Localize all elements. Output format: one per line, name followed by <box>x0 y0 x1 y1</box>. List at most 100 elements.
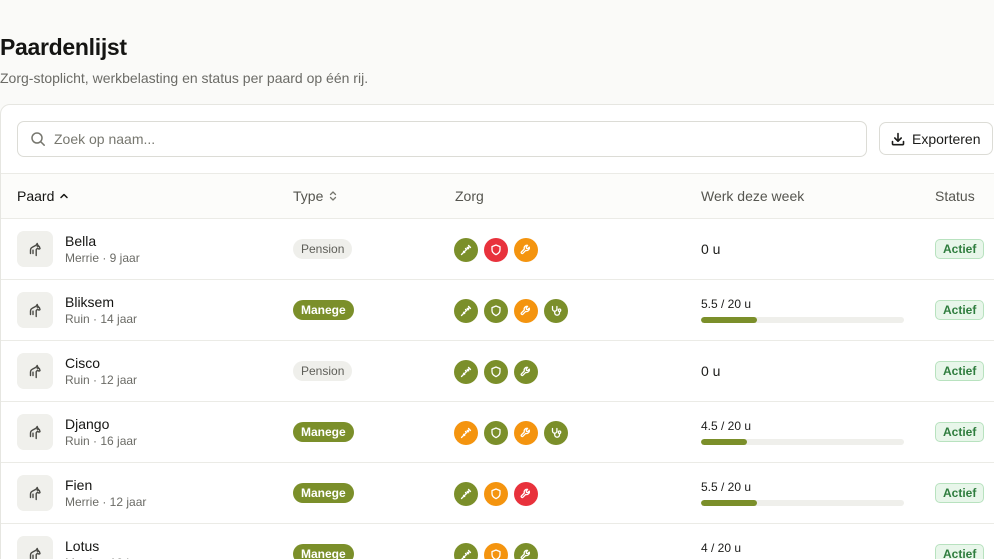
syringe-icon[interactable] <box>454 421 478 445</box>
status-badge: Actief <box>935 239 985 259</box>
shield-icon[interactable] <box>484 421 508 445</box>
care-indicators <box>454 421 568 445</box>
search-icon <box>30 131 46 147</box>
horse-avatar-icon <box>17 414 53 450</box>
work-cell: 4.5 / 20 u <box>701 402 905 462</box>
horse-avatar-icon <box>17 536 53 559</box>
horse-avatar-icon <box>17 353 53 389</box>
table-row[interactable]: Bliksem Ruin · 14 jaar Manege 5.5 / 20 u Act… <box>1 280 994 341</box>
shield-icon[interactable] <box>484 299 508 323</box>
column-header-zorg: Zorg <box>455 174 484 218</box>
table-body: Bella Merrie · 9 jaar Pension 0 u Actief Blik… <box>1 219 994 559</box>
type-badge: Manege <box>293 300 354 320</box>
column-header-label: Status <box>935 188 975 204</box>
sort-ascending-icon <box>58 190 70 202</box>
column-header-type[interactable]: Type <box>293 174 339 218</box>
wrench-icon[interactable] <box>514 482 538 506</box>
work-hours: 0 u <box>701 241 721 257</box>
search-box[interactable] <box>17 121 867 157</box>
stethoscope-icon[interactable] <box>544 299 568 323</box>
export-button-label: Exporteren <box>912 130 981 147</box>
work-hours: 0 u <box>701 363 721 379</box>
type-badge: Manege <box>293 483 354 503</box>
wrench-icon[interactable] <box>514 299 538 323</box>
column-header-label: Werk deze week <box>701 188 805 204</box>
type-badge: Manege <box>293 544 354 559</box>
horse-name[interactable]: Lotus <box>65 538 99 554</box>
column-header-werk: Werk deze week <box>701 174 804 218</box>
work-progress-fill <box>701 317 757 323</box>
syringe-icon[interactable] <box>454 299 478 323</box>
work-cell: 4 / 20 u <box>701 524 905 559</box>
status-badge: Actief <box>935 422 985 442</box>
work-hours: 4 / 20 u <box>701 541 742 555</box>
work-cell: 5.5 / 20 u <box>701 280 905 340</box>
column-header-label: Type <box>293 188 324 204</box>
page-subtitle: Zorg-stoplicht, werkbelasting en status … <box>0 70 369 86</box>
column-header-paard[interactable]: Paard <box>17 174 70 218</box>
status-badge: Actief <box>935 361 985 381</box>
care-indicators <box>454 360 538 384</box>
stethoscope-icon[interactable] <box>544 421 568 445</box>
page-title: Paardenlijst <box>0 34 127 60</box>
horse-meta: Ruin · 12 jaar <box>65 373 138 387</box>
wrench-icon[interactable] <box>514 360 538 384</box>
horse-meta: Merrie · 9 jaar <box>65 251 140 265</box>
wrench-icon[interactable] <box>514 238 538 262</box>
work-progress-fill <box>701 439 747 445</box>
table-row[interactable]: LotusMerrie · 10 jaarManege4 / 20 uActie… <box>1 524 994 559</box>
wrench-icon[interactable] <box>514 543 538 559</box>
horse-meta: Ruin · 14 jaar <box>65 312 138 326</box>
work-cell: 0 u <box>701 341 905 401</box>
search-input[interactable] <box>54 122 866 156</box>
status-badge: Actief <box>935 544 985 559</box>
work-progress-bar <box>701 439 904 445</box>
work-progress-bar <box>701 317 904 323</box>
horse-table-card: Exporteren Paard Type Zorg Werk deze wee… <box>0 104 994 559</box>
syringe-icon[interactable] <box>454 482 478 506</box>
work-hours: 4.5 / 20 u <box>701 419 752 433</box>
horse-meta: Merrie · 12 jaar <box>65 495 147 509</box>
work-hours: 5.5 / 20 u <box>701 480 752 494</box>
shield-icon[interactable] <box>484 482 508 506</box>
work-progress-bar <box>701 500 904 506</box>
table-toolbar: Exporteren <box>17 121 994 159</box>
column-header-label: Zorg <box>455 188 484 204</box>
shield-icon[interactable] <box>484 238 508 262</box>
horse-avatar-icon <box>17 292 53 328</box>
horse-name[interactable]: Django <box>65 416 109 432</box>
status-badge: Actief <box>935 300 985 320</box>
work-hours: 5.5 / 20 u <box>701 297 752 311</box>
care-indicators <box>454 482 538 506</box>
horse-name[interactable]: Cisco <box>65 355 100 371</box>
type-badge: Pension <box>293 361 353 381</box>
work-cell: 0 u <box>701 219 905 279</box>
horse-name[interactable]: Fien <box>65 477 92 493</box>
table-row[interactable]: Django Ruin · 16 jaar Manege 4.5 / 20 u Acti… <box>1 402 994 463</box>
shield-icon[interactable] <box>484 360 508 384</box>
horse-name[interactable]: Bliksem <box>65 294 114 310</box>
wrench-icon[interactable] <box>514 421 538 445</box>
table-row[interactable]: Fien Merrie · 12 jaar Manege 5.5 / 20 u Acti… <box>1 463 994 524</box>
syringe-icon[interactable] <box>454 360 478 384</box>
type-badge: Pension <box>293 239 353 259</box>
shield-icon[interactable] <box>484 543 508 559</box>
horse-name[interactable]: Bella <box>65 233 96 249</box>
work-progress-fill <box>701 500 757 506</box>
care-indicators <box>454 238 538 262</box>
sort-toggle-icon <box>327 190 339 202</box>
export-button[interactable]: Exporteren <box>879 122 994 155</box>
type-badge: Manege <box>293 422 354 442</box>
table-row[interactable]: Bella Merrie · 9 jaar Pension 0 u Actief <box>1 219 994 280</box>
horse-avatar-icon <box>17 475 53 511</box>
download-icon <box>890 131 906 147</box>
horse-meta: Ruin · 16 jaar <box>65 434 138 448</box>
care-indicators <box>454 543 538 559</box>
syringe-icon[interactable] <box>454 543 478 559</box>
horse-avatar-icon <box>17 231 53 267</box>
status-badge: Actief <box>935 483 985 503</box>
work-cell: 5.5 / 20 u <box>701 463 905 523</box>
table-row[interactable]: Cisco Ruin · 12 jaar Pension 0 u Actief <box>1 341 994 402</box>
syringe-icon[interactable] <box>454 238 478 262</box>
table-header: Paard Type Zorg Werk deze week Status <box>1 173 994 219</box>
